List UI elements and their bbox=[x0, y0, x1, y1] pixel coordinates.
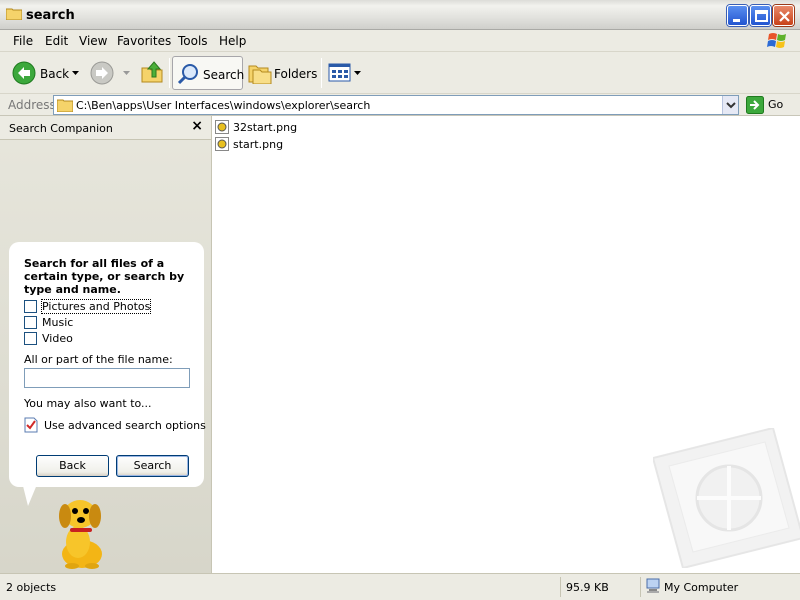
menu-edit[interactable]: Edit bbox=[45, 34, 68, 48]
also-label: You may also want to... bbox=[24, 397, 152, 410]
checkbox[interactable] bbox=[24, 316, 37, 329]
menu-bar: File Edit View Favorites Tools Help bbox=[0, 30, 800, 52]
pane-title: Search Companion bbox=[9, 122, 113, 135]
search-submit-button[interactable]: Search bbox=[116, 455, 189, 477]
back-arrow-icon bbox=[12, 61, 36, 85]
close-button[interactable] bbox=[773, 5, 794, 26]
forward-button[interactable] bbox=[90, 56, 132, 90]
image-file-icon bbox=[215, 120, 229, 134]
file-list: 32start.png start.png bbox=[213, 116, 800, 573]
back-button[interactable]: Back bbox=[8, 56, 84, 90]
search-dog-icon bbox=[59, 500, 102, 569]
image-file-icon bbox=[215, 137, 229, 151]
checklist-icon bbox=[24, 417, 38, 433]
chevron-down-icon[interactable] bbox=[123, 71, 130, 76]
maximize-button[interactable] bbox=[750, 5, 771, 26]
go-arrow-icon bbox=[746, 96, 764, 114]
filename-label: All or part of the file name: bbox=[24, 353, 173, 366]
forward-arrow-icon bbox=[90, 61, 114, 85]
zone-label: My Computer bbox=[664, 581, 739, 594]
my-computer-icon bbox=[646, 578, 660, 593]
search-button[interactable]: Search bbox=[172, 56, 244, 90]
balloon-tail bbox=[22, 482, 38, 506]
magnifier-icon bbox=[177, 64, 198, 85]
menu-view[interactable]: View bbox=[79, 34, 107, 48]
address-input[interactable]: C:\Ben\apps\User Interfaces\windows\expl… bbox=[53, 95, 739, 115]
checkbox[interactable] bbox=[24, 300, 37, 313]
pane-header: Search Companion × bbox=[0, 116, 211, 140]
filename-input[interactable] bbox=[24, 368, 190, 388]
total-size: 95.9 KB bbox=[566, 581, 609, 594]
folders-button[interactable]: Folders bbox=[246, 56, 317, 90]
title-bar: search bbox=[0, 0, 800, 30]
object-count: 2 objects bbox=[6, 581, 57, 594]
chevron-down-icon[interactable] bbox=[72, 71, 79, 76]
folder-icon bbox=[57, 99, 73, 112]
back-button[interactable]: Back bbox=[36, 455, 109, 477]
maximize-icon bbox=[755, 10, 768, 22]
folder-icon bbox=[6, 8, 22, 20]
chevron-down-icon bbox=[726, 102, 736, 109]
go-button[interactable]: Go bbox=[744, 96, 796, 114]
menu-tools[interactable]: Tools bbox=[178, 34, 208, 48]
watermark-icon bbox=[653, 428, 800, 568]
menu-help[interactable]: Help bbox=[219, 34, 246, 48]
search-balloon: Search for all files of a certain type, … bbox=[9, 242, 206, 487]
folders-icon bbox=[248, 65, 272, 84]
menu-favorites[interactable]: Favorites bbox=[117, 34, 171, 48]
views-icon bbox=[328, 63, 351, 82]
address-label: Address bbox=[8, 98, 56, 112]
checkbox[interactable] bbox=[24, 332, 37, 345]
up-folder-button[interactable] bbox=[138, 56, 166, 90]
search-companion-pane: Search Companion × Search for all files … bbox=[0, 116, 212, 573]
views-button[interactable] bbox=[326, 56, 362, 90]
close-icon bbox=[779, 11, 790, 22]
address-bar: Address C:\Ben\apps\User Interfaces\wind… bbox=[0, 94, 800, 116]
minimize-icon bbox=[733, 19, 740, 22]
window-title: search bbox=[26, 8, 75, 23]
minimize-button[interactable] bbox=[727, 5, 748, 26]
up-folder-icon bbox=[141, 61, 163, 83]
status-bar: 2 objects 95.9 KB My Computer bbox=[0, 573, 800, 600]
windows-logo-icon bbox=[767, 33, 786, 48]
toolbar: Back Search Folders bbox=[0, 52, 800, 94]
search-heading: Search for all files of a certain type, … bbox=[24, 257, 185, 296]
address-dropdown-button[interactable] bbox=[722, 96, 738, 114]
address-path: C:\Ben\apps\User Interfaces\windows\expl… bbox=[76, 99, 371, 112]
chevron-down-icon bbox=[354, 71, 361, 75]
close-icon[interactable]: × bbox=[191, 118, 203, 134]
menu-file[interactable]: File bbox=[13, 34, 33, 48]
